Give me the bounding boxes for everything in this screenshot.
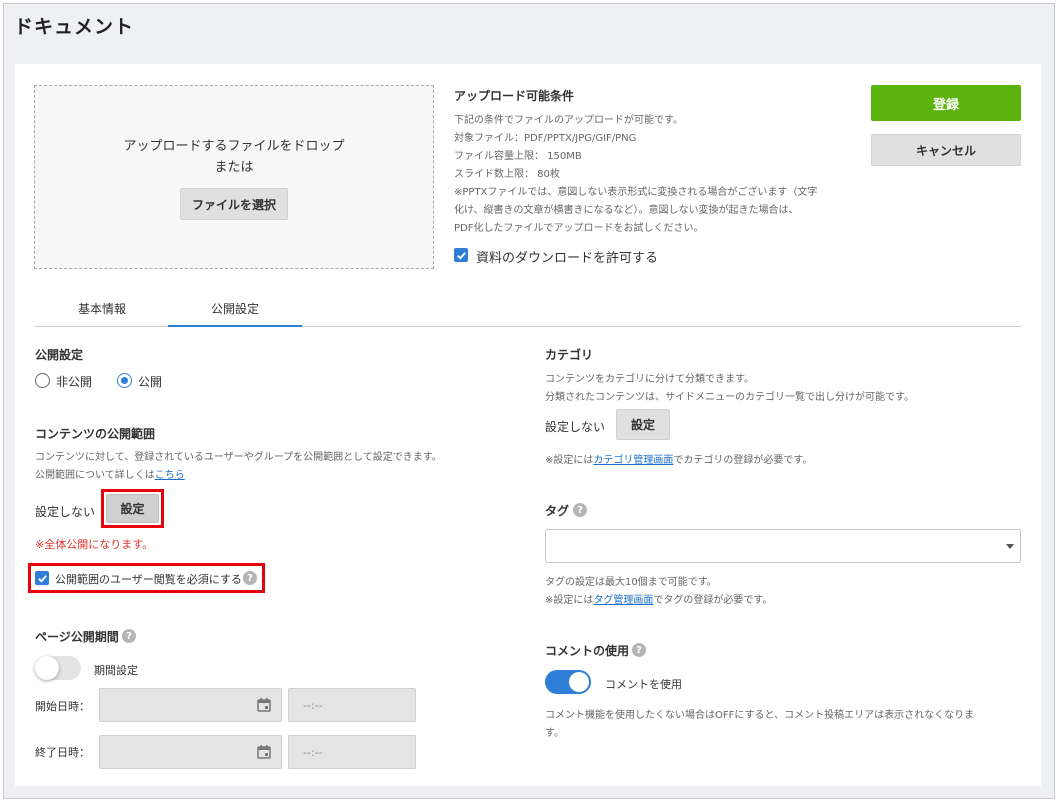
period-label: ページ公開期間 xyxy=(35,630,119,644)
conditions-title: アップロード可能条件 xyxy=(454,89,575,103)
scope-warning: ※全体公開になります。 xyxy=(35,538,154,551)
toggle-knob xyxy=(35,656,59,680)
tab-active-indicator xyxy=(168,325,302,327)
scope-label: コンテンツの公開範囲 xyxy=(35,427,156,441)
help-icon[interactable]: ? xyxy=(243,571,257,585)
tab-publish-settings[interactable]: 公開設定 xyxy=(211,300,259,317)
download-allowed-label: 資料のダウンロードを許可する xyxy=(476,251,659,266)
conditions-line: 対象ファイル：PDF/PPTX/JPG/GIF/PNG xyxy=(454,133,637,144)
check-icon xyxy=(37,574,47,583)
comment-description: す。 xyxy=(545,728,564,739)
start-date-input[interactable] xyxy=(99,688,282,722)
scope-required-label: 公開範囲のユーザー閲覧を必須にする xyxy=(55,573,242,586)
publish-setting-label: 公開設定 xyxy=(35,348,84,362)
end-time-input[interactable]: --:-- xyxy=(288,735,416,769)
period-toggle[interactable] xyxy=(35,656,81,680)
cancel-button[interactable]: キャンセル xyxy=(871,134,1021,166)
period-toggle-label: 期間設定 xyxy=(94,664,138,677)
comment-toggle[interactable] xyxy=(545,670,591,694)
scope-more-info-text: 公開範囲について詳しくは xyxy=(35,470,155,481)
tag-note-suffix: でタグの登録が必要です。 xyxy=(653,595,773,606)
help-icon[interactable]: ? xyxy=(573,503,587,517)
end-datetime-label: 終了日時： xyxy=(35,746,90,759)
check-icon xyxy=(456,251,466,260)
radio-public-label: 公開 xyxy=(138,375,163,389)
conditions-line: スライド数上限： 80枚 xyxy=(454,169,560,180)
scope-description: コンテンツに対して、登録されているユーザーやグループを公開範囲として設定できます… xyxy=(35,452,442,463)
radio-private-label: 非公開 xyxy=(56,375,93,389)
category-note: ※設定にはカテゴリ管理画面でカテゴリの登録が必要です。 xyxy=(545,451,812,466)
category-description: 分類されたコンテンツは、サイドメニューのカテゴリ一覧で出し分けが可能です。 xyxy=(545,392,914,403)
conditions-line: 化け、縦書きの文章が横書きになるなど）。意図しない変換が起きた場合は、 xyxy=(454,205,799,216)
scope-set-button[interactable]: 設定 xyxy=(106,494,159,523)
start-time-input[interactable]: --:-- xyxy=(288,688,416,722)
scope-more-info: 公開範囲について詳しくはこちら xyxy=(35,466,185,481)
select-file-button[interactable]: ファイルを選択 xyxy=(180,188,288,220)
conditions-line: ※PPTXファイルでは、意図しない表示形式に変換される場合がございます（文字 xyxy=(454,187,818,198)
scope-more-info-link[interactable]: こちら xyxy=(155,470,185,481)
category-admin-link[interactable]: カテゴリ管理画面 xyxy=(593,455,673,466)
start-datetime-label: 開始日時： xyxy=(35,700,90,713)
calendar-icon xyxy=(257,745,271,759)
page-title: ドキュメント xyxy=(14,16,135,38)
tag-note-prefix: ※設定には xyxy=(545,595,594,606)
comment-description: コメント機能を使用したくない場合はOFFにすると、コメント投稿エリアは表示されな… xyxy=(545,710,975,721)
category-set-button[interactable]: 設定 xyxy=(616,409,670,440)
file-dropzone[interactable] xyxy=(34,85,434,269)
download-allowed-checkbox[interactable] xyxy=(454,248,468,262)
tag-label: タグ xyxy=(545,504,570,518)
tag-note: ※設定にはタグ管理画面でタグの登録が必要です。 xyxy=(545,591,772,606)
register-button[interactable]: 登録 xyxy=(871,85,1021,121)
conditions-line: 下記の条件でファイルのアップロードが可能です。 xyxy=(454,115,683,126)
scope-status: 設定しない xyxy=(35,505,96,519)
radio-private[interactable] xyxy=(35,373,50,388)
comment-label: コメントの使用 xyxy=(545,644,630,658)
toggle-knob xyxy=(569,672,589,692)
conditions-line: ファイル容量上限： 150MB xyxy=(454,151,582,162)
dropzone-or-text: または xyxy=(214,160,254,175)
dropzone-text: アップロードするファイルをドロップ xyxy=(123,139,345,154)
radio-public[interactable] xyxy=(117,373,132,388)
tag-select[interactable] xyxy=(545,529,1021,563)
category-status: 設定しない xyxy=(545,420,606,434)
chevron-down-icon xyxy=(1006,544,1014,549)
tag-note: タグの設定は最大10個まで可能です。 xyxy=(545,577,717,588)
tag-admin-link[interactable]: タグ管理画面 xyxy=(593,595,653,606)
help-icon[interactable]: ? xyxy=(632,643,646,657)
help-icon[interactable]: ? xyxy=(122,629,136,643)
category-description: コンテンツをカテゴリに分けて分類できます。 xyxy=(545,374,754,385)
category-label: カテゴリ xyxy=(545,348,594,362)
category-note-prefix: ※設定には xyxy=(545,455,594,466)
comment-toggle-label: コメントを使用 xyxy=(605,678,682,691)
category-note-suffix: でカテゴリの登録が必要です。 xyxy=(673,455,813,466)
conditions-line: PDF化したファイルでアップロードをお試しください。 xyxy=(454,223,704,234)
scope-required-checkbox[interactable] xyxy=(35,571,49,585)
tab-basic-info[interactable]: 基本情報 xyxy=(78,300,126,317)
calendar-icon xyxy=(257,698,271,712)
end-date-input[interactable] xyxy=(99,735,282,769)
